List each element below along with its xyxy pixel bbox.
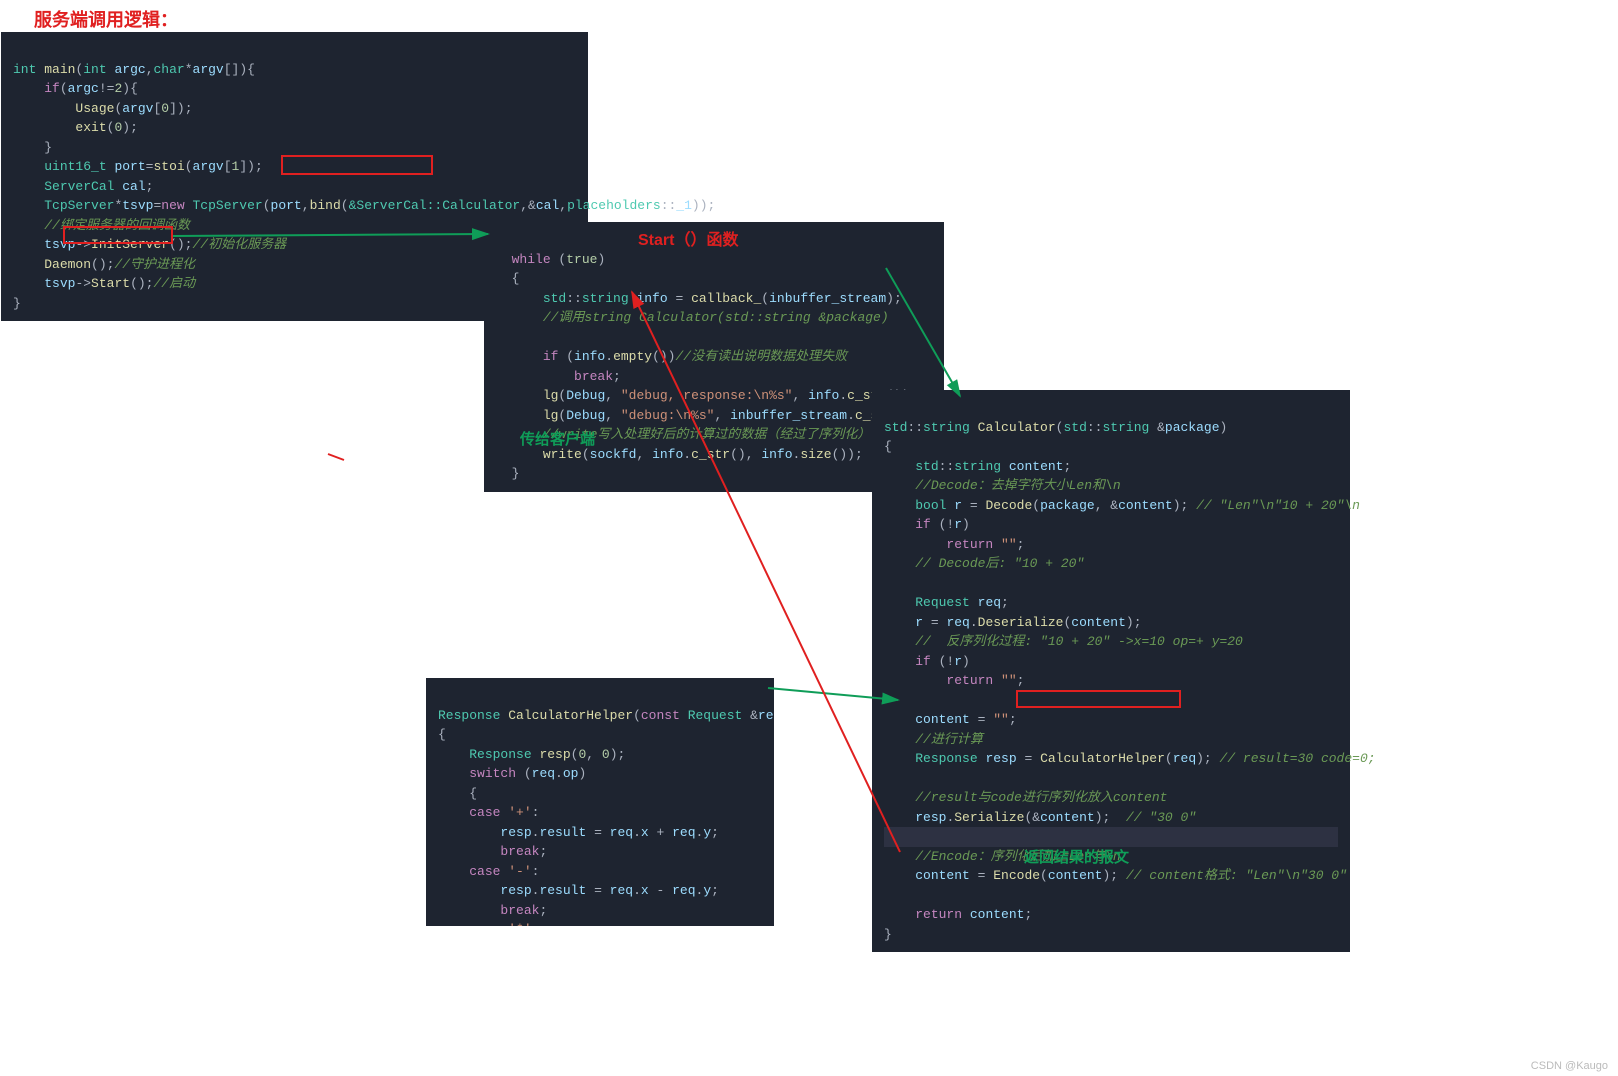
annotation-to-client: 传给客户端 — [520, 428, 595, 449]
watermark: CSDN @Kaugo — [1531, 1060, 1608, 1072]
code-block-helper: Response CalculatorHelper(const Request … — [426, 678, 774, 926]
annotation-start-fn: Start（）函数 — [638, 226, 738, 250]
code-block-calculator: std::string Calculator(std::string &pack… — [872, 390, 1350, 952]
heading-title: 服务端调用逻辑： — [34, 6, 178, 32]
annotation-return-msg: 返回结果的报文 — [1024, 846, 1129, 867]
